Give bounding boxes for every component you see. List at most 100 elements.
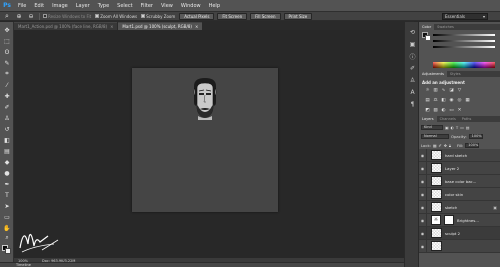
blend-mode-select[interactable]: Normal [421,133,449,139]
visibility-eye-icon[interactable]: ◉ [419,161,427,175]
lock-position-icon[interactable]: ✥ [444,143,447,148]
info-panel-icon[interactable]: ⓘ [408,52,417,61]
selective-color-icon[interactable]: ✕ [457,108,462,113]
visibility-eye-icon[interactable]: ◉ [419,226,427,240]
tab-adjustments[interactable]: Adjustments [419,71,447,77]
visibility-eye-icon[interactable]: ◉ [419,187,427,201]
brush-panel-icon[interactable]: ✐ [408,64,417,72]
tab-channels[interactable]: Channels [437,116,459,122]
shape-tool-icon[interactable]: ▭ [2,213,12,221]
curves-icon[interactable]: ∿ [441,88,446,93]
invert-icon[interactable]: ◩ [425,108,430,113]
fill-input[interactable]: 100% [465,142,480,148]
color-slider-b[interactable] [433,46,495,48]
clone-source-panel-icon[interactable]: ♙ [408,76,417,84]
levels-icon[interactable]: ▥ [433,88,438,93]
posterize-icon[interactable]: ▨ [433,108,438,113]
eraser-tool-icon[interactable]: ◧ [2,136,12,144]
exposure-icon[interactable]: ◪ [449,88,454,93]
visibility-eye-icon[interactable]: ◉ [419,213,427,227]
menu-file[interactable]: File [14,3,30,9]
tab-color[interactable]: Color [419,24,435,30]
resize-windows-checkbox[interactable]: Resize Windows to Fit [43,14,91,19]
filter-pixel-icon[interactable]: ▣ [445,125,449,130]
canvas-area[interactable] [14,30,414,258]
background-color-swatch[interactable] [5,248,11,254]
crop-tool-icon[interactable]: ⌗ [2,70,12,78]
history-brush-tool-icon[interactable]: ↺ [2,125,12,133]
properties-panel-icon[interactable]: ▣ [408,40,417,48]
layer-row[interactable]: ◉ ☼ Brightnes... [419,213,500,227]
opacity-input[interactable]: 100% [468,133,483,139]
fit-screen-button[interactable]: Fit Screen [217,12,248,20]
layer-row[interactable]: ◉ hard sketch [419,148,500,162]
filter-adjust-icon[interactable]: ◐ [451,125,454,130]
layer-row[interactable]: ◉ color skin [419,187,500,201]
print-size-button[interactable]: Print Size [283,12,313,20]
pen-tool-icon[interactable]: ✒ [2,180,12,188]
eyedropper-tool-icon[interactable]: ⁄ [2,81,12,89]
marquee-tool-icon[interactable]: ⬚ [2,37,12,45]
lock-all-icon[interactable]: 🔒︎ [449,143,451,148]
color-slider-g[interactable] [433,40,495,42]
brightness-icon[interactable]: ☼ [425,88,430,93]
filter-type-icon[interactable]: T [456,125,458,130]
visibility-eye-icon[interactable]: ◉ [419,200,427,214]
actual-pixels-button[interactable]: Actual Pixels [179,12,215,20]
color-balance-icon[interactable]: ⚖ [433,98,438,103]
menu-help[interactable]: Help [205,3,224,9]
hand-tool-icon[interactable]: ✋ [2,224,12,232]
channel-mixer-icon[interactable]: ◎ [457,98,462,103]
path-selection-tool-icon[interactable]: ➤ [2,202,12,210]
menu-filter[interactable]: Filter [137,3,157,9]
tab-swatches[interactable]: Swatches [434,24,457,30]
black-white-icon[interactable]: ◧ [441,98,446,103]
filter-shape-icon[interactable]: ▭ [460,125,464,130]
vibrance-icon[interactable]: ▽ [457,88,462,93]
hue-saturation-icon[interactable]: ▤ [425,98,430,103]
menu-select[interactable]: Select [113,3,136,9]
fill-screen-button[interactable]: Fill Screen [250,12,281,20]
workspace-select[interactable]: Essentials ▾ [442,13,488,20]
kind-filter-select[interactable]: Kind [421,124,443,130]
close-icon[interactable]: × [195,24,198,29]
menu-edit[interactable]: Edit [30,3,48,9]
document-canvas[interactable] [132,68,278,212]
clone-stamp-tool-icon[interactable]: ♙ [2,114,12,122]
type-tool-icon[interactable]: T [2,191,12,199]
history-panel-icon[interactable]: ⟲ [408,28,417,36]
blur-tool-icon[interactable]: ◆ [2,158,12,166]
color-slider-r[interactable] [433,34,495,36]
visibility-eye-icon[interactable]: ◉ [419,148,427,162]
character-panel-icon[interactable]: A [408,88,417,96]
tab-mart1[interactable]: Mart1.psd @ 100% (sculpt, RGB/8) × [118,22,203,30]
tab-paths[interactable]: Paths [459,116,475,122]
brush-tool-icon[interactable]: ✐ [2,103,12,111]
paragraph-panel-icon[interactable]: ¶ [408,100,417,108]
quick-select-tool-icon[interactable]: ✎ [2,59,12,67]
dodge-tool-icon[interactable]: ● [2,169,12,177]
menu-image[interactable]: Image [48,3,72,9]
menu-type[interactable]: Type [94,3,113,9]
color-lookup-icon[interactable]: ▦ [465,98,470,103]
visibility-eye-icon[interactable]: ◉ [419,174,427,188]
healing-brush-tool-icon[interactable]: ✚ [2,92,12,100]
tab-mart1-action[interactable]: Mart1_Action.psd @ 100% (face line, RGB/… [14,22,118,30]
zoom-all-checkbox[interactable]: Zoom All Windows [95,14,137,19]
lock-brush-icon[interactable]: ✐ [439,143,442,148]
timeline-bar[interactable]: Timeline [0,262,414,267]
gradient-tool-icon[interactable]: ▤ [2,147,12,155]
menu-layer[interactable]: Layer [72,3,94,9]
threshold-icon[interactable]: ◐ [441,108,446,113]
scrubby-zoom-checkbox[interactable]: Scrubby Zoom [141,14,175,19]
color-panel-bg-swatch[interactable] [425,35,431,41]
tab-layers[interactable]: Layers [419,116,437,122]
zoom-out-icon[interactable]: ⊖ [26,12,36,20]
layer-row[interactable]: ◉ [419,239,500,253]
photo-filter-icon[interactable]: ◉ [449,98,454,103]
gradient-map-icon[interactable]: ▭ [449,108,454,113]
zoom-icon[interactable]: ⌕ [2,12,12,20]
layer-row[interactable]: ◉ base color bac... [419,174,500,188]
layer-row[interactable]: ◉ sculpt 2 [419,226,500,240]
close-icon[interactable]: × [110,24,113,29]
